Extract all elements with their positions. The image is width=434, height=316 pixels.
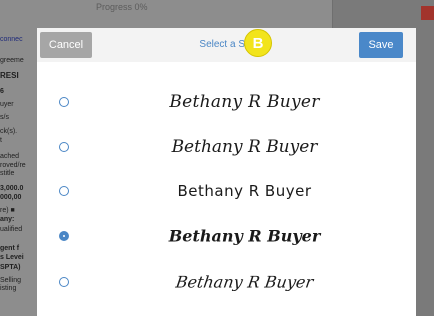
doc-line: uyer — [0, 101, 14, 108]
doc-line: 3,000.0 — [0, 185, 24, 192]
radio-button[interactable] — [59, 186, 69, 196]
select-style-dialog: Cancel Select a Style B Save Bethany R B… — [37, 28, 416, 316]
cancel-button[interactable]: Cancel — [40, 32, 92, 58]
doc-line: RESI — [0, 71, 19, 80]
doc-line: ached — [0, 153, 20, 160]
step-badge: B — [244, 29, 272, 57]
doc-line: connec — [0, 36, 23, 43]
doc-line: gent f — [0, 245, 20, 252]
progress-text: Progress 0% — [96, 2, 148, 12]
doc-line: ualified — [0, 226, 23, 233]
dialog-title: Select a Style — [199, 39, 261, 50]
signature-option[interactable]: Bethany R Buyer — [37, 78, 416, 126]
signature-preview: Bethany R Buyer — [168, 226, 321, 246]
radio-button[interactable] — [59, 97, 69, 107]
signature-option-selected[interactable]: Bethany R Buyer — [37, 212, 416, 260]
signature-preview: Bethany R Buyer — [171, 137, 318, 157]
doc-line: SPTA) — [0, 264, 21, 271]
radio-button[interactable] — [59, 142, 69, 152]
doc-line: any: — [0, 216, 15, 223]
radio-button-selected[interactable] — [59, 231, 69, 241]
doc-line: 6 — [0, 88, 4, 95]
doc-line: s Levei — [0, 254, 24, 261]
doc-line: re) ■ — [0, 207, 15, 214]
doc-line: Selling — [0, 277, 22, 284]
signature-option[interactable]: Bethany R Buyer — [37, 258, 416, 306]
signature-option[interactable]: Bethany R Buyer — [37, 167, 416, 215]
save-button[interactable]: Save — [359, 32, 403, 58]
doc-line: greeme — [0, 57, 24, 64]
red-flag-marker — [421, 6, 434, 20]
signature-preview: Bethany R Buyer — [177, 182, 312, 200]
doc-line: roved/re — [0, 162, 26, 169]
doc-line: isting — [0, 285, 17, 292]
doc-line: stitle — [0, 170, 15, 177]
doc-line: ck(s). — [0, 128, 18, 135]
signature-preview: Bethany R Buyer — [174, 272, 315, 292]
signature-option[interactable]: Bethany R Buyer — [37, 123, 416, 171]
doc-line: t — [0, 137, 2, 144]
signature-preview: Bethany R Buyer — [169, 92, 320, 112]
dialog-header: Cancel Select a Style B Save — [37, 28, 416, 62]
doc-line: s/s — [0, 114, 9, 121]
radio-button[interactable] — [59, 277, 69, 287]
doc-line: 000,00 — [0, 194, 22, 201]
